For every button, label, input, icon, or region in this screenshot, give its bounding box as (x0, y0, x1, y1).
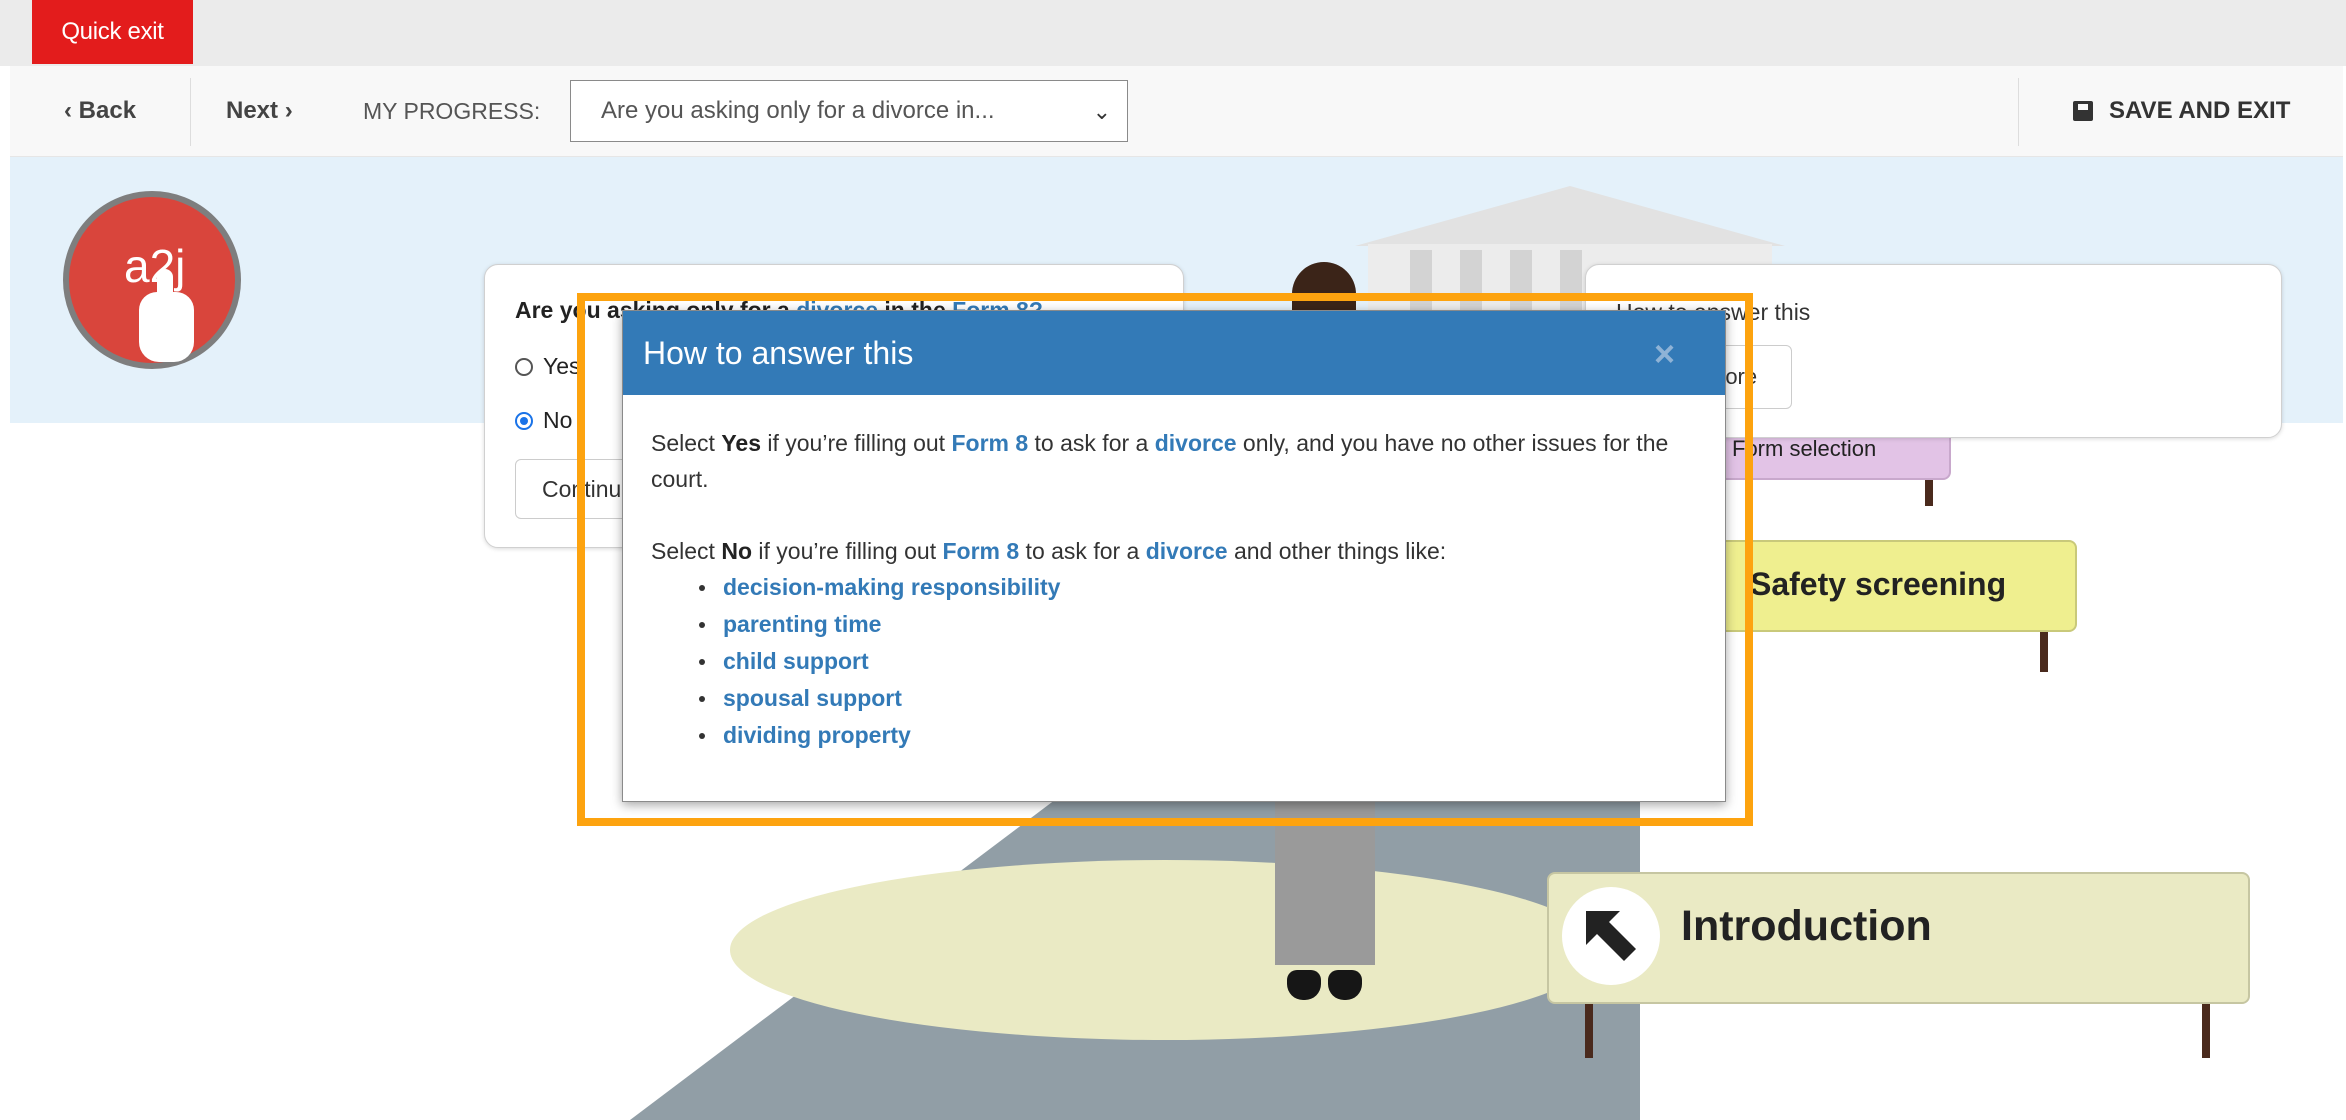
modal-body: Select Yes if you’re filling out Form 8 … (651, 425, 1701, 754)
list-item-link[interactable]: decision-making responsibility (695, 569, 1701, 606)
top-bar: Quick exit (0, 0, 2346, 66)
radio-button[interactable] (515, 357, 533, 376)
glossary-link-divorce[interactable]: divorce (1155, 430, 1237, 456)
modal-text: if you’re filling out (760, 430, 952, 456)
modal-text: Select (651, 538, 722, 564)
modal-paragraph-no: Select No if you’re filling out Form 8 t… (651, 533, 1701, 569)
next-button[interactable]: Next › (226, 66, 293, 156)
avatar-shoe (1287, 970, 1321, 1000)
close-icon[interactable]: × (1654, 333, 1675, 375)
a2j-logo: a2j (63, 191, 241, 369)
signpost-introduction-label: Introduction (1681, 902, 1932, 950)
sign-post (2040, 628, 2048, 672)
chevron-down-icon: ⌄ (1092, 99, 1111, 124)
modal-header: How to answer this × (623, 311, 1725, 395)
modal-text-bold: No (721, 538, 752, 564)
logo-text: a2j (124, 240, 186, 292)
signpost-selection-label: Form selection (1732, 436, 1877, 461)
list-item-link[interactable]: dividing property (695, 717, 1701, 754)
radio-option-yes[interactable]: Yes (515, 353, 581, 380)
modal-text-bold: Yes (721, 430, 761, 456)
modal-issue-list: decision-making responsibility parenting… (651, 569, 1701, 754)
list-item-link[interactable]: child support (695, 643, 1701, 680)
modal-text: to ask for a (1028, 430, 1155, 456)
nav-divider (190, 78, 191, 146)
modal-title: How to answer this (643, 335, 914, 371)
radio-label-no: No (543, 407, 573, 433)
modal-paragraph-yes: Select Yes if you’re filling out Form 8 … (651, 425, 1701, 497)
modal-text: Select (651, 430, 722, 456)
spotlight-ellipse (730, 860, 1600, 1040)
help-modal: How to answer this × Select Yes if you’r… (622, 310, 1726, 802)
quick-exit-button[interactable]: Quick exit (32, 0, 193, 64)
back-button[interactable]: ‹ Back (64, 66, 136, 156)
signpost-introduction[interactable]: Introduction (1547, 872, 2250, 1004)
nav-bar: ‹ Back Next › MY PROGRESS: Are you askin… (10, 66, 2343, 157)
sign-post (2202, 1000, 2210, 1058)
modal-text: and other things like: (1227, 538, 1447, 564)
hand-icon (139, 292, 194, 362)
save-and-exit-button[interactable]: SAVE AND EXIT (2073, 66, 2290, 156)
list-item-link[interactable]: parenting time (695, 606, 1701, 643)
radio-option-no[interactable]: No (515, 407, 572, 434)
progress-select-value: Are you asking only for a divorce in... (601, 97, 995, 124)
modal-text: to ask for a (1019, 538, 1146, 564)
save-divider (2018, 78, 2019, 146)
floppy-disk-icon (2073, 101, 2093, 121)
list-item-link[interactable]: spousal support (695, 680, 1701, 717)
sign-post (1925, 476, 1933, 506)
glossary-link-divorce[interactable]: divorce (1146, 538, 1228, 564)
modal-text: if you’re filling out (752, 538, 943, 564)
signpost-safety-label: Safety screening (1750, 566, 2007, 602)
avatar-shoe (1328, 970, 1362, 1000)
glossary-link-form8[interactable]: Form 8 (951, 430, 1028, 456)
radio-button[interactable] (515, 411, 533, 430)
glossary-link-form8[interactable]: Form 8 (942, 538, 1019, 564)
arrow-up-left-icon (1562, 887, 1660, 985)
save-and-exit-label: SAVE AND EXIT (2109, 97, 2291, 124)
progress-select[interactable]: Are you asking only for a divorce in... … (570, 80, 1128, 142)
progress-label: MY PROGRESS: (363, 97, 541, 124)
sign-post (1585, 1000, 1593, 1058)
radio-label-yes: Yes (543, 353, 581, 379)
